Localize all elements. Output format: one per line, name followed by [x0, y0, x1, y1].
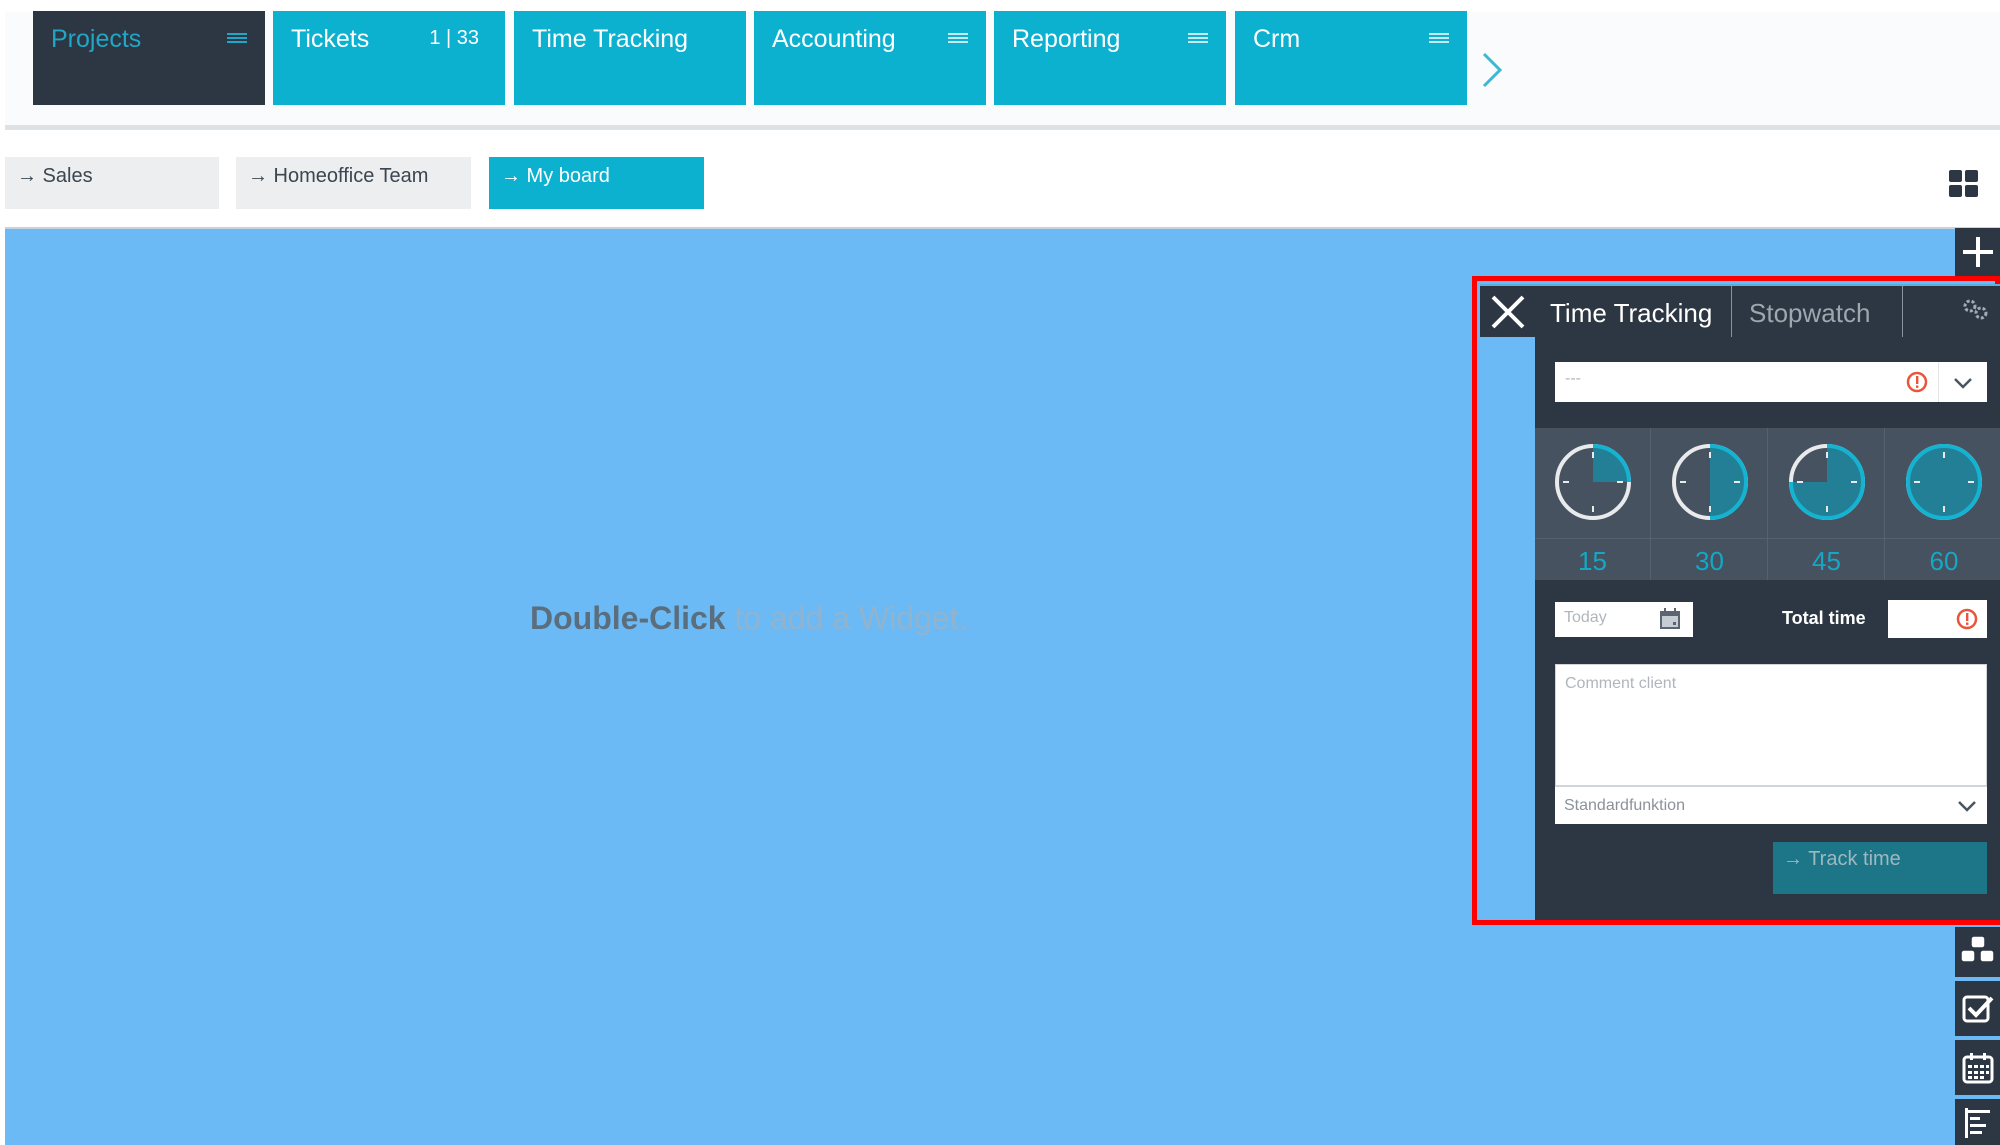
- preset-label: 45: [1812, 546, 1841, 576]
- track-time-button[interactable]: → Track time: [1773, 842, 1987, 894]
- menu-icon[interactable]: [948, 33, 968, 47]
- widget-tab-stopwatch[interactable]: Stopwatch: [1731, 286, 1901, 338]
- comment-textarea[interactable]: Comment client: [1555, 664, 1987, 786]
- widget-side-strip: [1480, 337, 1535, 920]
- chevron-right-icon[interactable]: [1480, 50, 1504, 90]
- menu-icon[interactable]: [1188, 33, 1208, 47]
- tab-label: Tickets: [291, 25, 370, 53]
- total-time-input[interactable]: [1888, 600, 1987, 638]
- comment-placeholder: Comment client: [1565, 675, 1677, 692]
- total-time-label: Total time: [1782, 608, 1866, 628]
- checkbox-icon: [1962, 995, 1993, 1022]
- preset-label: 15: [1578, 546, 1607, 576]
- preset-label: 60: [1929, 546, 1959, 576]
- widget-tab-label: Stopwatch: [1749, 298, 1871, 328]
- tab-label: Reporting: [1012, 25, 1121, 53]
- preset-label: 30: [1695, 546, 1724, 576]
- tab-label: Crm: [1253, 25, 1301, 53]
- date-placeholder: Today: [1564, 609, 1607, 626]
- widget-tab-time-tracking[interactable]: Time Tracking: [1550, 286, 1730, 338]
- plus-icon: [1962, 237, 1993, 267]
- board-label: → Sales: [17, 165, 93, 187]
- grid-icon[interactable]: [1949, 170, 1979, 198]
- calendar-icon[interactable]: [1659, 608, 1681, 630]
- preset-45[interactable]: 45: [1769, 428, 1885, 580]
- preset-15[interactable]: 15: [1535, 428, 1651, 580]
- chevron-down-icon: [1958, 801, 1976, 812]
- menu-icon[interactable]: [1429, 33, 1449, 47]
- project-select[interactable]: ---: [1555, 362, 1987, 402]
- tab-time-tracking[interactable]: Time Tracking: [514, 11, 746, 105]
- hint-strong: Double-Click: [530, 600, 726, 636]
- widget-settings-button[interactable]: [1902, 286, 2000, 338]
- warning-icon: [1956, 608, 1978, 630]
- hint-weak: to add a Widget.: [725, 600, 968, 636]
- gears-icon: [1963, 299, 1988, 320]
- function-select[interactable]: Standardfunktion: [1555, 786, 1987, 824]
- function-select-value: Standardfunktion: [1564, 797, 1685, 814]
- calendar-icon: [1962, 1052, 1993, 1083]
- time-presets: 15 30 45 60: [1535, 428, 2000, 580]
- warning-icon: [1906, 371, 1928, 393]
- ticket-count: 1 | 33: [429, 27, 479, 49]
- clock-full-icon: [1906, 444, 1982, 520]
- menu-icon[interactable]: [227, 33, 247, 47]
- clock-three-quarter-icon: [1789, 444, 1865, 520]
- tab-label: Time Tracking: [532, 25, 689, 53]
- widget-tab-label: Time Tracking: [1550, 298, 1713, 328]
- clock-half-icon: [1672, 444, 1748, 520]
- board-tab-my-board[interactable]: → My board: [489, 157, 704, 209]
- board-tab-sales[interactable]: → Sales: [5, 157, 219, 209]
- rail-gantt-button[interactable]: [1955, 1099, 2000, 1145]
- date-input[interactable]: Today: [1555, 602, 1693, 637]
- clock-quarter-icon: [1555, 444, 1631, 520]
- add-widget-hint: Double-Click to add a Widget.: [530, 600, 968, 637]
- chevron-down-icon[interactable]: [1953, 377, 1973, 389]
- preset-60[interactable]: 60: [1886, 428, 2000, 580]
- track-time-label: → Track time: [1783, 848, 1901, 870]
- preset-30[interactable]: 30: [1652, 428, 1768, 580]
- add-widget-button[interactable]: [1955, 228, 2000, 276]
- cubes-icon: [1959, 935, 1995, 963]
- close-icon[interactable]: [1483, 288, 1533, 336]
- project-select-placeholder: ---: [1565, 370, 1581, 387]
- rail-calendar-button[interactable]: [1955, 1040, 2000, 1095]
- tab-reporting[interactable]: Reporting: [994, 11, 1226, 105]
- board-label: → My board: [501, 165, 610, 187]
- tab-accounting[interactable]: Accounting: [754, 11, 986, 105]
- tab-label: Projects: [51, 25, 142, 53]
- tab-label: Accounting: [772, 25, 896, 53]
- rail-tasks-button[interactable]: [1955, 981, 2000, 1036]
- gantt-icon: [1964, 1108, 1990, 1138]
- board-label: → Homeoffice Team: [248, 165, 429, 187]
- select-divider: [1938, 362, 1939, 402]
- dial-fill: [1710, 446, 1746, 518]
- tab-crm[interactable]: Crm: [1235, 11, 1467, 105]
- board-tab-homeoffice-team[interactable]: → Homeoffice Team: [236, 157, 471, 209]
- rail-cubes-button[interactable]: [1955, 927, 2000, 977]
- tab-tickets[interactable]: Tickets 1 | 33: [273, 11, 505, 105]
- tab-projects[interactable]: Projects: [33, 11, 265, 105]
